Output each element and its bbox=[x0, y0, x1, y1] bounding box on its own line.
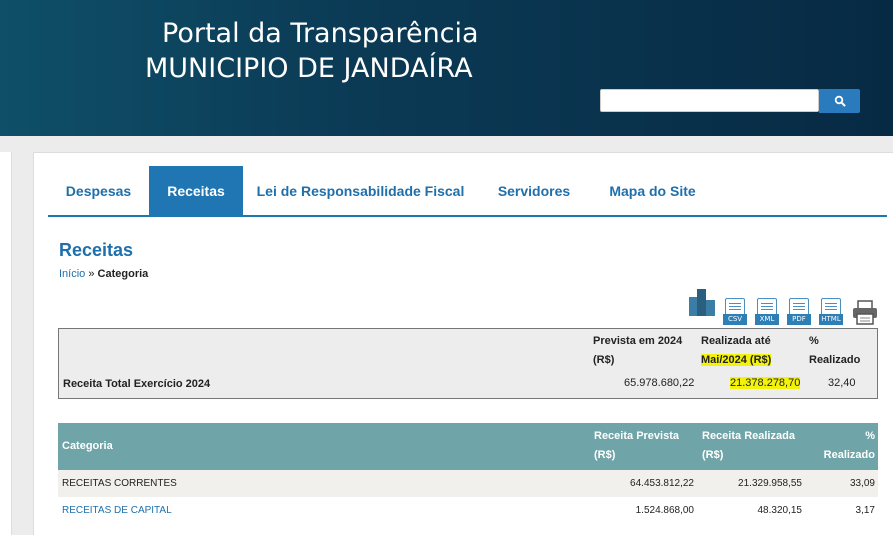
summary-percent-value: 32,40 bbox=[828, 377, 856, 389]
row-realizada: 48.320,15 bbox=[757, 505, 803, 516]
summary-realizada-header: Realizada até Mai/2024 (R$) bbox=[701, 332, 772, 370]
header-percent-line1: % bbox=[865, 430, 875, 442]
header-receita-realizada-line2: (R$) bbox=[702, 449, 724, 461]
row-percent: 3,17 bbox=[855, 505, 875, 516]
export-pdf-label: PDF bbox=[787, 314, 811, 325]
header-receita-prevista[interactable]: Receita Prevista (R$) bbox=[594, 427, 679, 465]
export-csv-label: CSV bbox=[723, 314, 747, 325]
summary-row-label: Receita Total Exercício 2024 bbox=[63, 378, 211, 390]
summary-prevista-header: Prevista em 2024 (R$) bbox=[593, 332, 682, 370]
summary-prevista-value: 65.978.680,22 bbox=[624, 377, 695, 389]
summary-realizada-header-line2: Mai/2024 (R$) bbox=[701, 351, 772, 370]
tab-lei-responsabilidade-fiscal[interactable]: Lei de Responsabilidade Fiscal bbox=[243, 166, 478, 215]
print-icon[interactable] bbox=[852, 300, 878, 325]
category-table-header: Categoria Receita Prevista (R$) Receita … bbox=[58, 423, 878, 470]
row-realizada: 21.329.958,55 bbox=[738, 478, 802, 489]
breadcrumb-current: Categoria bbox=[97, 268, 149, 280]
highlighted-period: Mai/2024 (R$) bbox=[701, 354, 772, 366]
header-categoria[interactable]: Categoria bbox=[62, 437, 113, 456]
summary-box: Prevista em 2024 (R$) Realizada até Mai/… bbox=[58, 328, 878, 399]
summary-prevista-header-line2: (R$) bbox=[593, 354, 615, 366]
main-nav-tabs: Despesas Receitas Lei de Responsabilidad… bbox=[48, 166, 887, 217]
category-table: Categoria Receita Prevista (R$) Receita … bbox=[58, 423, 878, 524]
search-input[interactable] bbox=[600, 89, 819, 112]
row-categoria-link[interactable]: RECEITAS DE CAPITAL bbox=[62, 505, 172, 516]
export-pdf-button[interactable]: PDF bbox=[787, 298, 811, 325]
summary-percent-header-line2: Realizado bbox=[809, 354, 861, 366]
table-row[interactable]: RECEITAS CORRENTES 64.453.812,22 21.329.… bbox=[58, 470, 878, 497]
summary-percent-header: % Realizado bbox=[809, 332, 860, 370]
table-row[interactable]: RECEITAS DE CAPITAL 1.524.868,00 48.320,… bbox=[58, 497, 878, 524]
tab-despesas[interactable]: Despesas bbox=[48, 166, 149, 215]
site-header: Portal da Transparência MUNICIPIO DE JAN… bbox=[0, 0, 893, 136]
header-receita-prevista-line2: (R$) bbox=[594, 449, 616, 461]
summary-percent-header-line1: % bbox=[809, 335, 819, 347]
breadcrumb-separator: » bbox=[88, 268, 95, 280]
tab-mapa-do-site[interactable]: Mapa do Site bbox=[590, 166, 715, 215]
export-html-button[interactable]: HTML bbox=[819, 298, 843, 325]
search-button[interactable] bbox=[819, 89, 860, 113]
municipality-name: MUNICIPIO DE JANDAÍRA bbox=[145, 53, 473, 84]
breadcrumb: Início » Categoria bbox=[59, 268, 148, 280]
export-html-label: HTML bbox=[819, 314, 843, 325]
summary-prevista-header-line1: Prevista em 2024 bbox=[593, 335, 683, 347]
highlighted-realizada: 21.378.278,70 bbox=[730, 377, 801, 389]
header-percent-line2: Realizado bbox=[823, 449, 875, 461]
export-toolbar: CSV XML PDF HTML bbox=[688, 289, 880, 327]
portal-title: Portal da Transparência bbox=[162, 18, 479, 49]
row-categoria: RECEITAS CORRENTES bbox=[62, 478, 177, 489]
header-percent-realizado[interactable]: % Realizado bbox=[824, 427, 875, 465]
search-icon bbox=[834, 95, 845, 107]
summary-realizada-value: 21.378.278,70 bbox=[730, 377, 801, 389]
export-csv-button[interactable]: CSV bbox=[723, 298, 747, 325]
export-xml-button[interactable]: XML bbox=[755, 298, 779, 325]
breadcrumb-home-link[interactable]: Início bbox=[59, 268, 85, 280]
export-xml-label: XML bbox=[755, 314, 779, 325]
tab-servidores[interactable]: Servidores bbox=[478, 166, 590, 215]
header-receita-prevista-line1: Receita Prevista bbox=[594, 430, 679, 442]
header-receita-realizada[interactable]: Receita Realizada (R$) bbox=[702, 427, 795, 465]
row-prevista: 1.524.868,00 bbox=[635, 505, 694, 516]
page-title: Receitas bbox=[59, 240, 134, 260]
summary-realizada-header-line1: Realizada até bbox=[701, 335, 771, 347]
left-panel bbox=[0, 152, 12, 535]
bar-chart-icon[interactable] bbox=[688, 289, 716, 316]
row-prevista: 64.453.812,22 bbox=[630, 478, 694, 489]
row-percent: 33,09 bbox=[849, 478, 875, 489]
header-receita-realizada-line1: Receita Realizada bbox=[702, 430, 795, 442]
tab-receitas[interactable]: Receitas bbox=[149, 166, 243, 215]
